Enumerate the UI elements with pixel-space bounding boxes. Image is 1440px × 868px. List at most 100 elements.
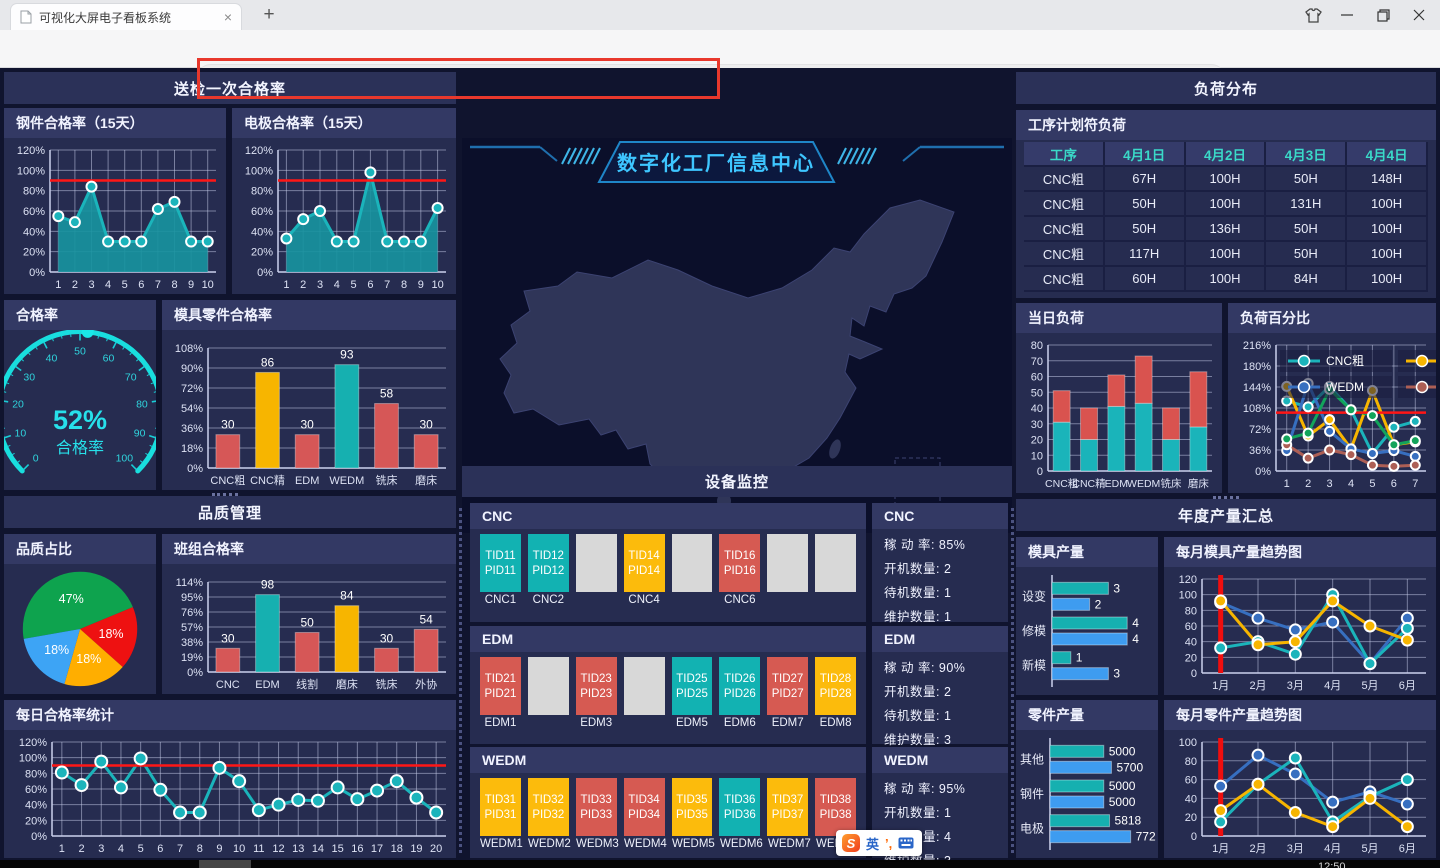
machine-tile[interactable]: TID36PID36: [719, 778, 760, 836]
ime-punct-button[interactable]: ’,: [885, 836, 892, 851]
tab-close-icon[interactable]: ×: [224, 9, 232, 25]
svg-text:6: 6: [1391, 478, 1397, 490]
table-row: CNC粗67H100H50H148H: [1024, 167, 1428, 192]
machine-tile[interactable]: [576, 534, 617, 592]
panel-part-trend: 每月零件产量趋势图 0204060801001月2月3月4月5月6月: [1164, 700, 1436, 858]
machine-tile[interactable]: TID33PID33: [576, 778, 617, 836]
ime-mode-button[interactable]: 英: [866, 834, 879, 853]
machine-tile[interactable]: TID31PID31: [480, 778, 521, 836]
splitter-left[interactable]: [459, 508, 462, 853]
svg-text:3: 3: [317, 279, 323, 291]
machine-tile[interactable]: TID11PID11: [480, 534, 521, 592]
browser-skin-icon[interactable]: [1295, 0, 1331, 30]
svg-text:2月: 2月: [1249, 680, 1266, 692]
minimize-button[interactable]: [1329, 0, 1365, 30]
table-cell: 100H: [1186, 167, 1267, 192]
table-cell: 100H: [1347, 242, 1428, 267]
svg-text:18: 18: [391, 843, 403, 855]
machine-tile[interactable]: TID14PID14: [624, 534, 665, 592]
svg-text:3: 3: [1113, 581, 1120, 595]
svg-text:11: 11: [253, 843, 264, 855]
machine-tile[interactable]: TID26PID26: [719, 657, 760, 715]
team-pass-rate-bar-chart: 0%19%38%57%76%95%114%CNCEDM线割磨床铣床外协30985…: [162, 564, 456, 694]
table-cell: 50H: [1105, 217, 1186, 242]
svg-text:7: 7: [177, 843, 183, 855]
svg-text:0: 0: [1191, 668, 1197, 680]
svg-text:30: 30: [221, 631, 235, 645]
sogou-logo-icon[interactable]: S: [842, 834, 860, 852]
svg-text:38%: 38%: [181, 637, 203, 649]
dashboard: 送检一次合格率 钢件合格率（15天） 0%20%40%60%80%100%120…: [0, 68, 1440, 860]
close-button[interactable]: [1401, 0, 1437, 30]
svg-text:4: 4: [105, 279, 111, 291]
svg-text:30: 30: [23, 371, 35, 383]
machine-tile[interactable]: TID37PID37: [767, 778, 808, 836]
new-tab-button[interactable]: +: [256, 2, 282, 28]
splitter-right[interactable]: [1011, 508, 1014, 853]
svg-text:电极: 电极: [1020, 822, 1044, 836]
machine-tile[interactable]: TID12PID12: [528, 534, 569, 592]
tile-tid: TID27: [772, 673, 803, 685]
machine-tile[interactable]: TID16PID16: [719, 534, 760, 592]
tile-pid: PID28: [820, 688, 852, 700]
tile-tid: TID25: [676, 673, 707, 685]
panel-mold-parts-pass-rate: 模具零件合格率 0%18%36%54%72%90%108%CNC粗CNC精EDM…: [162, 300, 456, 490]
tile-tid: TID36: [724, 794, 755, 806]
machine-tile[interactable]: [672, 534, 713, 592]
tile-pid: PID12: [532, 565, 564, 577]
svg-text:20%: 20%: [251, 247, 273, 259]
svg-text:线割: 线割: [296, 677, 318, 691]
tile-tid: TID38: [820, 794, 851, 806]
windows-taskbar[interactable]: 12:50: [0, 860, 1440, 868]
svg-text:CNC精: CNC精: [1072, 477, 1106, 490]
browser-tab[interactable]: 可视化大屏电子看板系统 ×: [10, 3, 242, 30]
machine-tile[interactable]: [528, 657, 569, 715]
machine-tile[interactable]: TID32PID32: [528, 778, 569, 836]
svg-text:0%: 0%: [1255, 466, 1271, 478]
machine-tile[interactable]: TID21PID21: [480, 657, 521, 715]
svg-text:40: 40: [1185, 637, 1197, 649]
section-load-distribution: 负荷分布: [1016, 72, 1436, 104]
ime-toolbar[interactable]: S 英 ’,: [836, 830, 922, 856]
panel-part-output: 零件产量 其他50005700钢件50005000电极5818772: [1016, 700, 1158, 858]
machine-tile[interactable]: TID25PID25: [672, 657, 713, 715]
svg-text:铣床: 铣床: [376, 677, 398, 691]
section-first-pass-rate: 送检一次合格率: [4, 72, 456, 104]
svg-text:216%: 216%: [1243, 340, 1271, 352]
machine-tile[interactable]: [815, 534, 856, 592]
svg-text:58: 58: [380, 387, 394, 401]
equipment-stats-title: CNC: [872, 503, 1008, 529]
mold-trend-line-chart: 0204060801001201月2月3月4月5月6月: [1164, 567, 1436, 695]
machine-label: EDM6: [719, 717, 760, 729]
restore-button[interactable]: [1365, 0, 1401, 30]
taskbar-app-button[interactable]: [199, 860, 251, 868]
svg-text:新模: 新模: [1022, 658, 1046, 673]
svg-text:0: 0: [1037, 466, 1043, 478]
machine-tile[interactable]: TID38PID38: [815, 778, 856, 836]
svg-text:30: 30: [300, 418, 314, 432]
svg-text:86: 86: [261, 355, 275, 369]
svg-text:19%: 19%: [181, 652, 203, 664]
machine-tile[interactable]: TID27PID27: [767, 657, 808, 715]
machine-tile[interactable]: TID23PID23: [576, 657, 617, 715]
tile-pid: PID14: [628, 565, 660, 577]
svg-text:EDM: EDM: [1105, 478, 1128, 490]
machine-tile[interactable]: TID35PID35: [672, 778, 713, 836]
panel-title: 每日合格率统计: [4, 700, 456, 730]
svg-text:10: 10: [15, 428, 27, 440]
svg-text:72%: 72%: [181, 383, 203, 395]
browser-toolbar: ‹ › ☆ https://feiyangqingyun.gitee.io/qw…: [0, 30, 1440, 68]
machine-tile[interactable]: TID28PID28: [815, 657, 856, 715]
tile-tid: TID11: [485, 550, 515, 562]
table-row: CNC粗50H136H50H100H: [1024, 217, 1428, 242]
svg-text:90: 90: [134, 428, 146, 440]
svg-text:3月: 3月: [1287, 843, 1304, 855]
svg-text:144%: 144%: [1243, 382, 1271, 394]
machine-tile[interactable]: [767, 534, 808, 592]
ime-keyboard-icon[interactable]: [898, 837, 914, 849]
machine-tile[interactable]: TID34PID34: [624, 778, 665, 836]
svg-text:1月: 1月: [1212, 843, 1229, 855]
machine-tile[interactable]: [624, 657, 665, 715]
table-cell: CNC粗: [1024, 192, 1105, 217]
svg-text:10: 10: [431, 279, 443, 291]
